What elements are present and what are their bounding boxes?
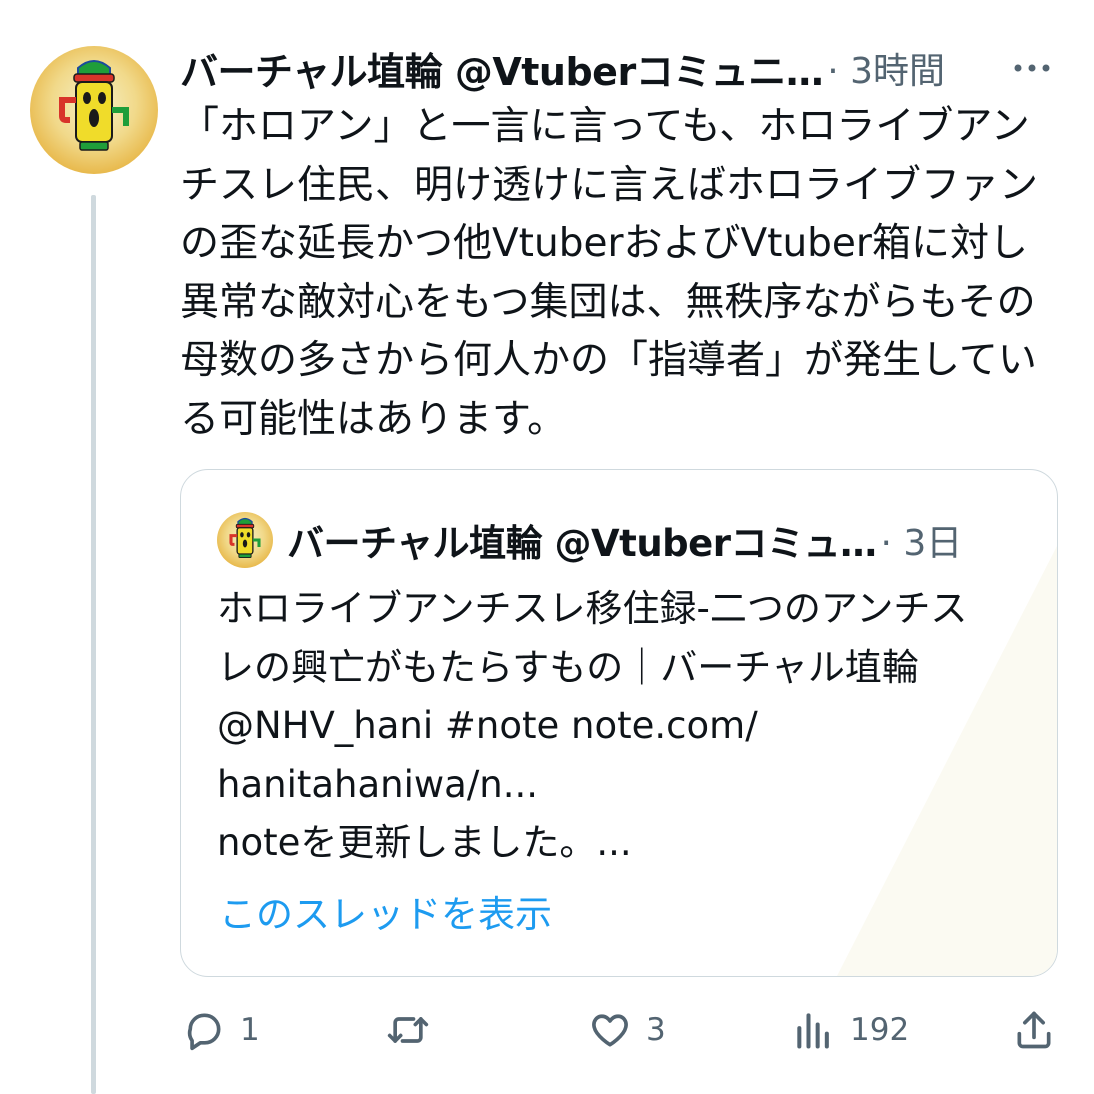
retweet-button[interactable] bbox=[386, 1006, 444, 1054]
reply-count: 1 bbox=[240, 1012, 260, 1048]
reply-button[interactable]: 1 bbox=[182, 1006, 260, 1054]
quoted-tweet[interactable]: バーチャル埴輪 @Vtuberコミュ… · 3日 ホロライブアンチスレ移住録-二… bbox=[180, 469, 1058, 977]
timestamp[interactable]: · 3時間 bbox=[827, 42, 945, 94]
quote-text: ホロライブアンチスレ移住録-二つのアンチス レの興亡がもたらすもの｜バーチャル埴… bbox=[217, 587, 968, 864]
tweet-header: バーチャル埴輪 @Vtuberコミュニ… · 3時間 bbox=[180, 38, 1054, 98]
show-thread-link[interactable]: このスレッドを表示 bbox=[219, 884, 552, 938]
share-button[interactable] bbox=[1012, 1006, 1056, 1054]
more-horizontal-icon[interactable] bbox=[1010, 50, 1054, 86]
quote-header: バーチャル埴輪 @Vtuberコミュ… · 3日 bbox=[217, 508, 1017, 572]
quote-timestamp[interactable]: · 3日 bbox=[881, 514, 963, 566]
avatar[interactable] bbox=[30, 46, 158, 174]
like-button[interactable]: 3 bbox=[588, 1006, 666, 1054]
thread-line bbox=[91, 195, 96, 1094]
reply-icon bbox=[187, 1013, 221, 1051]
author-name[interactable]: バーチャル埴輪 @Vtuberコミュニ… bbox=[180, 41, 824, 96]
quote-author-name[interactable]: バーチャル埴輪 @Vtuberコミュ… bbox=[287, 513, 877, 567]
retweet-icon bbox=[387, 1017, 429, 1043]
views-icon bbox=[797, 1013, 829, 1049]
quote-avatar[interactable] bbox=[217, 512, 273, 568]
action-bar: 1 3 192 bbox=[0, 1000, 1094, 1060]
tweet-text: 「ホロアン」と一言に言っても、ホロライブアン チスレ住民、明け透けに言えばホロラ… bbox=[180, 104, 1039, 442]
like-count: 3 bbox=[646, 1012, 666, 1048]
heart-icon bbox=[592, 1014, 628, 1047]
share-icon bbox=[1017, 1011, 1051, 1049]
views-count: 192 bbox=[850, 1012, 910, 1048]
views-button[interactable]: 192 bbox=[792, 1006, 909, 1054]
